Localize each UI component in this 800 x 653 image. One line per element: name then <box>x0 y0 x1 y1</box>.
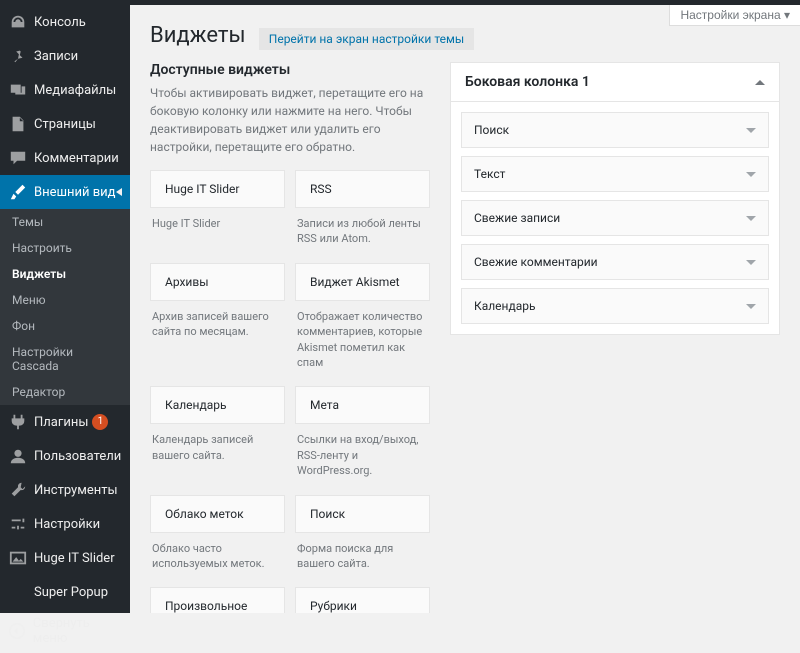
wrench-icon <box>8 480 28 500</box>
widget-item[interactable]: Huge IT Slider <box>150 170 285 208</box>
caret-down-icon <box>746 304 756 309</box>
nav-label: Пользователи <box>34 449 121 464</box>
screen-options-button[interactable]: Настройки экрана ▾ <box>669 5 800 26</box>
sidebar-widget[interactable]: Поиск <box>461 112 769 148</box>
widget-desc: Ссылки на вход/выход, RSS-ленту и WordPr… <box>295 426 430 494</box>
brush-icon <box>8 182 28 202</box>
sidebar-areas: Боковая колонка 1 Поиск Текст Свежие запис… <box>450 62 780 613</box>
widget-desc: Отображает количество комментариев, кото… <box>295 303 430 387</box>
sidebar-area-header[interactable]: Боковая колонка 1 <box>450 62 780 102</box>
sidebar-area-body: Поиск Текст Свежие записи Свежие комментари… <box>450 102 780 335</box>
nav-label: Записи <box>34 49 78 64</box>
nav-label: Внешний вид <box>34 185 116 200</box>
nav-superpopup[interactable]: Super Popup <box>0 575 130 609</box>
nav-dashboard[interactable]: Консоль <box>0 5 130 39</box>
page-icon <box>8 114 28 134</box>
nav-hugeslider[interactable]: Huge IT Slider <box>0 541 130 575</box>
comment-icon <box>8 148 28 168</box>
widget-item[interactable]: Мета <box>295 386 430 424</box>
sub-menus[interactable]: Меню <box>0 287 130 313</box>
caret-down-icon <box>746 216 756 221</box>
gauge-icon <box>8 12 28 32</box>
widget-item[interactable]: Произвольное меню <box>150 587 285 613</box>
media-icon <box>8 80 28 100</box>
update-badge: 1 <box>92 414 108 430</box>
page-title: Виджеты <box>150 23 246 48</box>
caret-down-icon <box>746 172 756 177</box>
sub-themes[interactable]: Темы <box>0 209 130 235</box>
nav-label: Инструменты <box>34 483 118 498</box>
nav-label: Super Popup <box>34 585 108 600</box>
nav-label: Страницы <box>34 117 96 132</box>
nav-label: Комментарии <box>34 151 119 166</box>
user-icon <box>8 446 28 466</box>
nav-label: Настройки <box>34 517 100 532</box>
widget-item[interactable]: Поиск <box>295 495 430 533</box>
caret-down-icon <box>746 260 756 265</box>
sub-background[interactable]: Фон <box>0 313 130 339</box>
sub-widgets[interactable]: Виджеты <box>0 261 130 287</box>
widget-desc: Записи из любой ленты RSS или Atom. <box>295 210 430 263</box>
widget-item[interactable]: Календарь <box>150 386 285 424</box>
main-content: Настройки экрана ▾ Виджеты Перейти на эк… <box>130 5 800 613</box>
sidebar-widget[interactable]: Календарь <box>461 288 769 324</box>
nav-settings[interactable]: Настройки <box>0 507 130 541</box>
caret-down-icon <box>746 128 756 133</box>
nav-sub-appearance: Темы Настроить Виджеты Меню Фон Настройк… <box>0 209 130 405</box>
nav-label: Huge IT Slider <box>34 551 115 566</box>
sub-cascada[interactable]: Настройки Cascada <box>0 339 130 379</box>
nav-media[interactable]: Медиафайлы <box>0 73 130 107</box>
widget-desc: Календарь записей вашего сайта. <box>150 426 285 479</box>
caret-up-icon <box>755 80 765 85</box>
widget-item[interactable]: Облако меток <box>150 495 285 533</box>
nav-label: Консоль <box>34 15 86 30</box>
nav-comments[interactable]: Комментарии <box>0 141 130 175</box>
image-icon <box>8 548 28 568</box>
sub-customize[interactable]: Настроить <box>0 235 130 261</box>
widget-desc: Форма поиска для вашего сайта. <box>295 535 430 588</box>
nav-appearance[interactable]: Внешний вид <box>0 175 130 209</box>
nav-posts[interactable]: Записи <box>0 39 130 73</box>
nav-collapse[interactable]: Свернуть меню <box>0 609 130 653</box>
admin-sidebar: Консоль Записи Медиафайлы Страницы Комме… <box>0 5 130 613</box>
sidebar-widget[interactable]: Свежие комментарии <box>461 244 769 280</box>
nav-label: Свернуть меню <box>33 616 122 646</box>
available-desc: Чтобы активировать виджет, перетащите ег… <box>150 84 430 156</box>
nav-plugins[interactable]: Плагины 1 <box>0 405 130 439</box>
nav-users[interactable]: Пользователи <box>0 439 130 473</box>
nav-label: Медиафайлы <box>34 83 116 98</box>
widget-item[interactable]: RSS <box>295 170 430 208</box>
plugin-icon <box>8 412 28 432</box>
chevron-right-icon <box>116 188 122 196</box>
widget-desc: Huge IT Slider <box>150 210 285 256</box>
nav-pages[interactable]: Страницы <box>0 107 130 141</box>
available-heading: Доступные виджеты <box>150 62 430 78</box>
sliders-icon <box>8 514 28 534</box>
sidebar-widget[interactable]: Свежие записи <box>461 200 769 236</box>
collapse-icon <box>8 621 27 641</box>
sub-editor[interactable]: Редактор <box>0 379 130 405</box>
widget-item[interactable]: Рубрики <box>295 587 430 613</box>
sidebar-area-title: Боковая колонка 1 <box>465 74 590 90</box>
available-widgets: Доступные виджеты Чтобы активировать вид… <box>150 62 430 613</box>
sidebar-widget[interactable]: Текст <box>461 156 769 192</box>
nav-label: Плагины <box>34 415 88 430</box>
widget-desc: Архив записей вашего сайта по месяцам. <box>150 303 285 356</box>
widget-item[interactable]: Виджет Akismet <box>295 263 430 301</box>
pin-icon <box>8 46 28 66</box>
widget-desc: Облако часто используемых меток. <box>150 535 285 588</box>
theme-customize-link[interactable]: Перейти на экран настройки темы <box>259 28 474 50</box>
nav-tools[interactable]: Инструменты <box>0 473 130 507</box>
widget-item[interactable]: Архивы <box>150 263 285 301</box>
